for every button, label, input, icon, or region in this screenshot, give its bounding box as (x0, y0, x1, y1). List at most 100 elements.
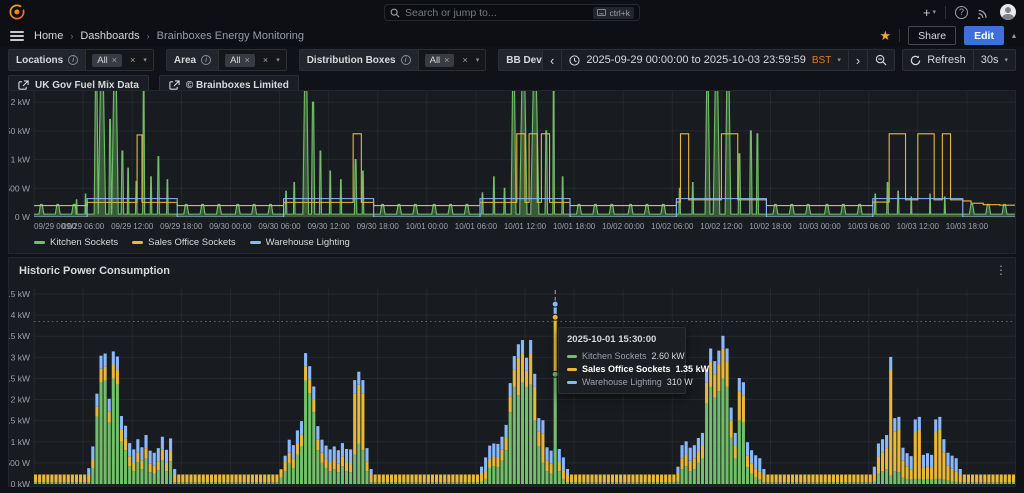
bar-segment (1011, 474, 1016, 483)
tooltip-series-value: 310 W (666, 377, 693, 387)
bar-segment (361, 450, 365, 484)
chip-remove-icon[interactable]: × (112, 55, 117, 65)
bar-segment (99, 368, 103, 383)
breadcrumb-dashboards[interactable]: Dashboards (80, 30, 139, 42)
edit-button[interactable]: Edit (964, 26, 1004, 45)
bar-segment (827, 482, 831, 484)
bar-segment (312, 412, 316, 484)
help-icon[interactable]: ? (955, 5, 968, 19)
info-icon[interactable]: i (201, 55, 212, 65)
bar-segment (447, 474, 451, 483)
chip-remove-icon[interactable]: × (245, 55, 250, 65)
bar-segment (643, 474, 647, 483)
bar-segment (324, 445, 328, 459)
stacked-bar-plot[interactable]: 0 kW500 W1 kW1.5 kW2 kW2.5 kW3 kW3.5 kW4… (4, 284, 1017, 489)
bar-segment (152, 452, 156, 466)
bar-segment (696, 451, 700, 463)
chevron-down-icon: ▾ (837, 57, 841, 64)
bar-segment (885, 448, 889, 470)
bar-segment (745, 442, 750, 456)
clear-icon[interactable]: × (263, 55, 268, 65)
info-icon[interactable]: i (400, 55, 411, 65)
chip-remove-icon[interactable]: × (444, 55, 449, 65)
time-back-button[interactable]: ‹ (541, 49, 563, 71)
breadcrumb-separator: › (146, 30, 150, 41)
bar-segment (864, 482, 868, 484)
bar-segment (545, 460, 549, 472)
bar-segment (128, 456, 132, 467)
bar-segment (893, 418, 897, 432)
refresh-interval-dropdown[interactable]: 30s ▾ (972, 49, 1016, 71)
filter-value-chip[interactable]: All× (225, 53, 255, 67)
x-axis-label: 10/01 06:00 (455, 222, 498, 231)
bar-segment (946, 452, 950, 466)
bar-segment (455, 482, 459, 484)
bar-segment (234, 474, 238, 483)
breadcrumb-home[interactable]: Home (34, 30, 63, 42)
grafana-logo[interactable] (8, 3, 26, 21)
bar-segment (897, 472, 901, 484)
bar-segment (209, 482, 214, 484)
legend-item[interactable]: Sales Office Sockets (132, 237, 236, 248)
zoom-out-button[interactable] (867, 49, 896, 71)
bar-segment (627, 482, 631, 484)
bar-segment (934, 478, 938, 484)
bar-segment (381, 474, 385, 483)
bar-segment (328, 449, 332, 463)
favorite-star-icon[interactable]: ★ (879, 28, 891, 44)
info-icon[interactable]: i (68, 55, 79, 65)
new-menu-button[interactable]: + ▾ (923, 5, 936, 20)
bar-segment (193, 474, 197, 483)
legend-item[interactable]: Kitchen Sockets (34, 237, 118, 248)
filter-value-chip[interactable]: All× (424, 53, 455, 67)
bar-segment (316, 450, 320, 484)
bar-segment (885, 435, 889, 449)
bar-segment (291, 467, 295, 484)
panel-menu-icon[interactable]: ⋮ (995, 263, 1007, 277)
time-forward-button[interactable]: › (847, 49, 869, 71)
menu-icon[interactable] (10, 31, 24, 41)
bar-segment (565, 474, 570, 483)
filter-value-dropdown[interactable]: All××▾ (86, 50, 153, 70)
bar-segment (897, 429, 901, 473)
filter-value-dropdown[interactable]: All××▾ (219, 50, 286, 70)
search-input[interactable]: Search or jump to... ctrl+k (384, 4, 640, 21)
bar-segment (610, 474, 615, 483)
x-axis-label: 10/02 06:00 (651, 222, 694, 231)
bar-segment (598, 482, 602, 484)
refresh-button[interactable]: Refresh (902, 49, 974, 71)
tooltip-series-name: Sales Office Sockets (582, 364, 671, 374)
bar-segment (848, 482, 852, 484)
bar-segment (709, 361, 713, 387)
filter-distribution-boxes[interactable]: Distribution Boxes i All × × ▾ (298, 49, 487, 71)
bar-segment (324, 458, 328, 468)
legend-item[interactable]: Warehouse Lighting (249, 237, 350, 248)
filter-value-dropdown[interactable]: All××▾ (418, 50, 486, 70)
filter-locations[interactable]: Locations i All × × ▾ (8, 49, 154, 71)
timeseries-plot[interactable]: 09/29 00:0009/29 06:00 09/29 12:00 09/29 1… (0, 91, 1016, 235)
bar-segment (709, 386, 713, 484)
clear-icon[interactable]: × (462, 55, 467, 65)
bar-segment (496, 443, 500, 457)
filter-value-chip[interactable]: All× (92, 53, 123, 67)
bar-segment (46, 482, 50, 484)
bar-segment (660, 474, 664, 483)
time-range-button[interactable]: 2025-09-29 00:00:00 to 2025-10-03 23:59:… (561, 49, 849, 71)
bar-segment (668, 482, 672, 484)
bar-segment (226, 482, 230, 484)
x-axis-label: 10/02 12:00 (700, 222, 743, 231)
bar-segment (549, 463, 553, 474)
refresh-icon (910, 55, 921, 65)
filter-area[interactable]: Area i All × × ▾ (165, 49, 287, 71)
share-button[interactable]: Share (908, 26, 957, 45)
chevron-up-icon[interactable]: ▴ (1012, 31, 1016, 40)
bar-segment (394, 482, 398, 484)
news-rss-icon[interactable] (977, 6, 991, 19)
clear-icon[interactable]: × (130, 55, 135, 65)
bar-segment (185, 474, 189, 483)
bar-segment (222, 482, 226, 484)
avatar[interactable] (1000, 4, 1016, 20)
bar-segment (991, 474, 995, 483)
bar-segment (271, 474, 275, 483)
bar-segment (422, 482, 426, 484)
